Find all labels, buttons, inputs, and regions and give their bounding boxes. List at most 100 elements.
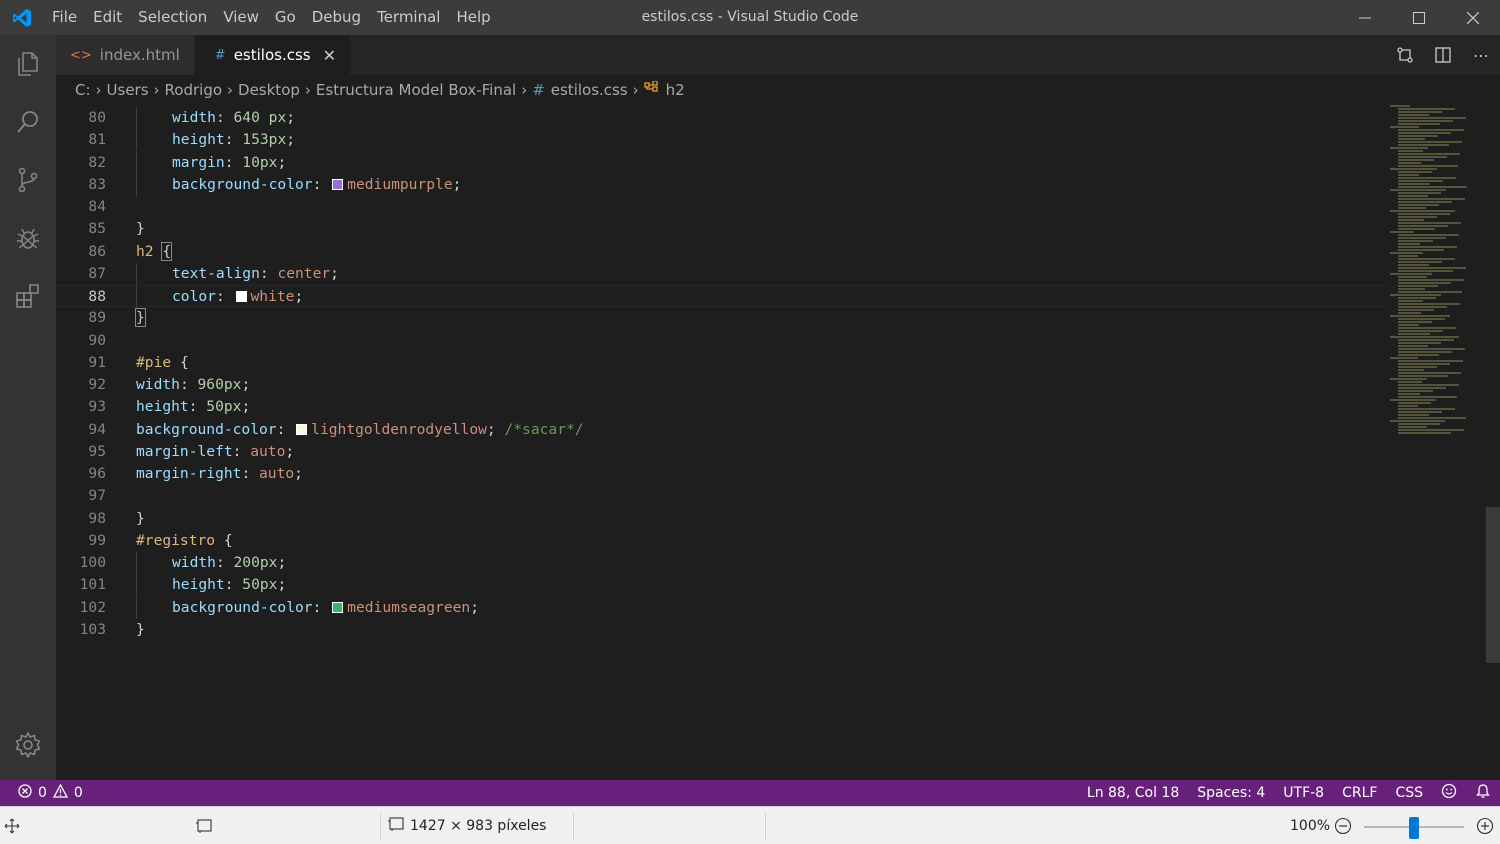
code-line[interactable]: 95 margin-left: auto; [56, 441, 1386, 463]
breadcrumb-item[interactable]: Rodrigo [165, 81, 222, 99]
code-text: } [135, 307, 146, 329]
explorer-icon[interactable] [0, 35, 56, 93]
minimap-line [1398, 297, 1436, 299]
breadcrumb-item[interactable]: Users [107, 81, 149, 99]
code-line[interactable]: 96 margin-right: auto; [56, 463, 1386, 485]
language-mode[interactable]: CSS [1386, 785, 1432, 801]
zoom-out-icon[interactable] [1334, 807, 1352, 844]
menu-debug[interactable]: Debug [304, 0, 369, 35]
minimap-line [1398, 207, 1426, 209]
problems-indicator[interactable]: 0 0 [0, 783, 83, 802]
more-actions-icon[interactable]: ⋯ [1462, 46, 1500, 65]
minimap-line [1398, 237, 1446, 239]
minimap-line [1390, 357, 1418, 359]
menu-help[interactable]: Help [448, 0, 498, 35]
color-swatch [235, 291, 247, 302]
code-line[interactable]: 80 width: 640 px; [56, 107, 1386, 129]
source-control-icon[interactable] [0, 151, 56, 209]
minimap-line [1398, 201, 1452, 203]
code-line[interactable]: 102 background-color: mediumseagreen; [56, 596, 1386, 619]
code-line[interactable]: 91 #pie { [56, 352, 1386, 374]
code-token: ; [277, 576, 287, 594]
code-token: lightgoldenrodyellow [311, 420, 487, 438]
breadcrumb-item[interactable]: Desktop [238, 81, 300, 99]
close-window-icon[interactable] [1446, 0, 1500, 35]
minimap-line [1398, 264, 1429, 266]
breadcrumb-symbol[interactable]: h2 [666, 81, 685, 99]
code-token: : [224, 153, 243, 171]
vertical-scrollbar[interactable] [1486, 507, 1500, 663]
code-line[interactable]: 88 color: white; [56, 285, 1386, 308]
code-token: auto [259, 465, 295, 482]
breadcrumb-item[interactable]: Estructura Model Box-Final [316, 81, 516, 99]
open-changes-icon[interactable] [1386, 46, 1424, 64]
code-line[interactable]: 83 background-color: mediumpurple; [56, 173, 1386, 196]
tab-index-html[interactable]: <> index.html [56, 35, 195, 75]
code-line[interactable]: 98} [56, 508, 1386, 530]
line-number: 100 [79, 554, 106, 571]
debug-icon[interactable] [0, 209, 56, 267]
minimize-icon[interactable] [1338, 0, 1392, 35]
zoom-in-icon[interactable] [1476, 807, 1494, 844]
breadcrumb-file[interactable]: estilos.css [551, 81, 628, 99]
zoom-slider-thumb[interactable] [1409, 817, 1419, 839]
encoding[interactable]: UTF-8 [1274, 785, 1333, 801]
notifications-bell-icon[interactable] [1466, 783, 1500, 803]
code-token: margin [172, 153, 225, 171]
code-line[interactable]: 101 height: 50px; [56, 574, 1386, 597]
minimap-line [1398, 123, 1440, 125]
code-line[interactable]: 84 [56, 196, 1386, 218]
line-ending[interactable]: CRLF [1333, 785, 1386, 801]
cursor-position[interactable]: Ln 88, Col 18 [1078, 785, 1188, 801]
code-line[interactable]: 81 height: 153px; [56, 129, 1386, 152]
code-token: ; [277, 153, 287, 171]
code-token: : [224, 576, 243, 594]
chevron-right-icon: › [304, 81, 311, 99]
minimap-line [1398, 108, 1455, 110]
code-line[interactable]: 103} [56, 619, 1386, 641]
line-number: 93 [88, 398, 106, 416]
maximize-icon[interactable] [1392, 0, 1446, 35]
code-line[interactable]: 82 margin: 10px; [56, 151, 1386, 174]
move-cursor-icon[interactable] [4, 807, 20, 844]
code-line[interactable]: 85} [56, 218, 1386, 240]
minimap-line [1398, 258, 1455, 260]
code-line[interactable]: 94 background-color: lightgoldenrodyellow… [56, 419, 1386, 441]
close-tab-icon[interactable]: ✕ [323, 46, 336, 65]
symbol-class-icon [644, 80, 660, 99]
minimap-line [1390, 147, 1428, 149]
menu-go[interactable]: Go [267, 0, 304, 35]
code-line[interactable]: 86 h2 { [56, 241, 1386, 263]
menu-view[interactable]: View [215, 0, 267, 35]
code-line[interactable]: 99 #registro { [56, 530, 1386, 552]
menu-terminal[interactable]: Terminal [369, 0, 448, 35]
code-line[interactable]: 89} [56, 307, 1386, 329]
minimap-line [1398, 261, 1442, 263]
breadcrumb-item[interactable]: C: [75, 81, 91, 99]
selection-icon[interactable] [195, 807, 213, 844]
minimap-line [1398, 291, 1462, 293]
minimap-line [1398, 279, 1464, 281]
tab-estilos-css[interactable]: # estilos.css ✕ [194, 35, 351, 75]
code-editor[interactable]: 80 width: 640 px; 81 height: 153px; 82 margin… [56, 105, 1500, 780]
code-text: margin: 10px; [172, 152, 286, 174]
code-line[interactable]: 87 text-align: center; [56, 262, 1386, 285]
extensions-icon[interactable] [0, 267, 56, 325]
menu-edit[interactable]: Edit [85, 0, 130, 35]
code-line[interactable]: 93 height: 50px; [56, 396, 1386, 418]
code-line[interactable]: 97 [56, 485, 1386, 507]
code-text: #registro { [136, 530, 233, 552]
feedback-smiley-icon[interactable] [1432, 783, 1466, 803]
minimap[interactable] [1386, 105, 1486, 780]
indentation[interactable]: Spaces: 4 [1188, 785, 1274, 801]
menu-selection[interactable]: Selection [130, 0, 215, 35]
split-editor-icon[interactable] [1424, 46, 1462, 64]
code-line[interactable]: 100 width: 200px; [56, 552, 1386, 574]
minimap-line [1398, 225, 1448, 227]
code-line[interactable]: 90 [56, 330, 1386, 352]
code-line[interactable]: 92 width: 960px; [56, 374, 1386, 396]
code-text: } [136, 218, 145, 240]
search-icon[interactable] [0, 93, 56, 151]
settings-gear-icon[interactable] [0, 720, 56, 770]
menu-file[interactable]: File [44, 0, 85, 35]
